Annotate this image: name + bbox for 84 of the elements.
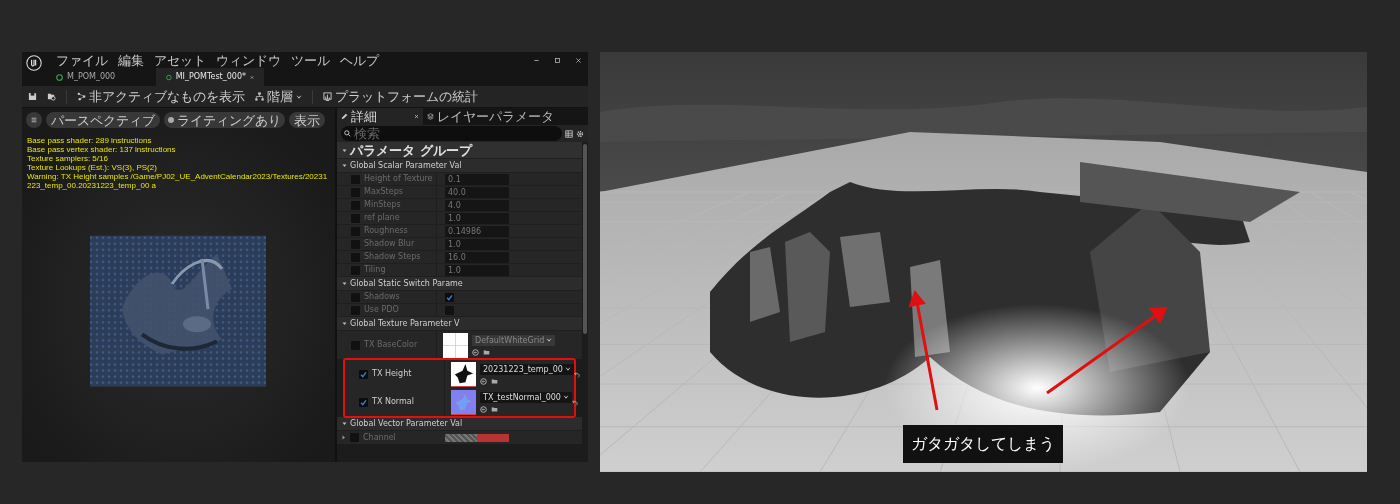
reset-icon[interactable] (571, 398, 579, 406)
value-field[interactable]: 1.0 (445, 238, 509, 250)
stats-text: Base pass shader: 289 instructions (27, 136, 153, 145)
maximize-icon[interactable] (554, 56, 561, 64)
toolbar-button[interactable]: 階層 (255, 89, 302, 104)
parameter-name: MaxSteps (364, 186, 403, 198)
search-field[interactable]: 検索 (341, 126, 562, 141)
parameter-name: ref plane (364, 212, 400, 224)
close-icon[interactable] (575, 56, 582, 64)
stats-text: Texture Lookups (Est.): VS(3), PS(2) (27, 163, 158, 172)
layers-icon (427, 113, 434, 120)
collapse-arrow-icon[interactable] (342, 321, 347, 326)
parameter-name: Roughness (364, 225, 408, 237)
close-tab-icon[interactable] (249, 74, 254, 80)
scrollbar[interactable] (583, 144, 587, 334)
parameter-name: TX Height (372, 368, 412, 380)
chevron-down-icon (564, 366, 571, 372)
menu-item[interactable]: ヘルプ (340, 52, 379, 68)
menu-item[interactable]: ツール (291, 52, 330, 68)
collapse-arrow-icon[interactable] (342, 147, 347, 153)
stats-text: Warning: TX Height samples /Game/PJ02_UE_AdventCalendar2023/Textures/20231223_temp_00.20231223_temp_00 a (27, 172, 329, 190)
value-field[interactable]: 0.1 (445, 173, 509, 185)
reset-icon[interactable] (573, 370, 581, 378)
save-icon[interactable] (28, 92, 37, 101)
panel-tab[interactable]: 詳細 (337, 108, 423, 125)
parameter-name: Height of Texture (364, 173, 433, 185)
value-field[interactable]: 1.0 (445, 264, 509, 276)
stats-text: Base pass vertex shader: 137 instructions (27, 145, 177, 154)
color-swatch[interactable] (445, 433, 509, 442)
folder-icon[interactable] (491, 377, 498, 385)
value-field[interactable]: 1.0 (445, 212, 509, 224)
material-icon (56, 73, 63, 81)
parameter-name: TX BaseColor (364, 339, 418, 351)
toolbar-button[interactable]: プラットフォームの統計 (323, 89, 478, 104)
viewport-button[interactable]: パースペクティブ (46, 112, 160, 128)
parameter-name: Shadow Blur (364, 238, 415, 250)
checkbox[interactable] (445, 292, 454, 302)
checkbox[interactable] (359, 397, 368, 407)
viewport-button[interactable]: 表示 (289, 112, 325, 128)
panel-tab[interactable]: レイヤーパラメータ (423, 108, 558, 125)
chevron-down-icon (562, 394, 569, 400)
value-field[interactable]: 4.0 (445, 199, 509, 211)
chevron-down-icon (296, 93, 302, 100)
nodes-icon (77, 92, 86, 101)
collapse-arrow-icon[interactable] (342, 421, 347, 426)
caption-text: ガタガタしてしまう (911, 433, 1055, 455)
stats-text: Texture samplers: 5/16 (27, 154, 109, 163)
hierarchy-icon (255, 92, 264, 101)
settings-icon[interactable] (576, 129, 584, 138)
pencil-icon (341, 113, 348, 120)
collapse-arrow-icon[interactable] (342, 281, 347, 286)
menu-icon (31, 117, 37, 123)
parameter-name: Shadow Steps (364, 251, 421, 263)
parameter-name: Tiling (364, 264, 386, 276)
stats-icon (323, 92, 332, 101)
asset-dropdown[interactable]: TX_testNormal_000 (480, 391, 572, 403)
value-field[interactable]: 40.0 (445, 186, 509, 198)
expand-arrow-icon[interactable] (341, 435, 346, 440)
folder-icon[interactable] (491, 405, 498, 413)
chevron-down-icon (546, 337, 553, 343)
value-field[interactable]: 16.0 (445, 251, 509, 263)
search-icon (344, 130, 351, 137)
browse-icon[interactable] (47, 92, 56, 101)
table-icon[interactable] (565, 129, 573, 138)
folder-icon[interactable] (483, 348, 490, 356)
document-tab[interactable]: MI_POMTest_000* (156, 68, 264, 86)
viewport-button[interactable]: ライティングあり (164, 112, 285, 128)
menu-item[interactable]: ファイル (56, 52, 108, 68)
menu-item[interactable]: アセット (154, 52, 206, 68)
menu-item[interactable]: 編集 (118, 52, 144, 68)
material-icon (166, 73, 172, 81)
parameter-name: TX Normal (372, 396, 414, 408)
parameter-name: Shadows (364, 291, 400, 303)
asset-dropdown[interactable]: 20231223_temp_00 (480, 363, 574, 375)
checkbox[interactable] (359, 369, 368, 379)
close-tab-icon[interactable] (414, 114, 419, 119)
collapse-arrow-icon[interactable] (342, 163, 347, 168)
menu-item[interactable]: ウィンドウ (216, 52, 281, 68)
document-tab[interactable]: M_POM_000 (46, 68, 154, 86)
toolbar-button[interactable]: 非アクティブなものを表示 (77, 89, 245, 104)
value-field[interactable]: 0.14986 (445, 225, 509, 237)
parameter-name: MinSteps (364, 199, 401, 211)
engine-logo-icon (26, 55, 42, 71)
parameter-name: Channel (363, 431, 396, 444)
